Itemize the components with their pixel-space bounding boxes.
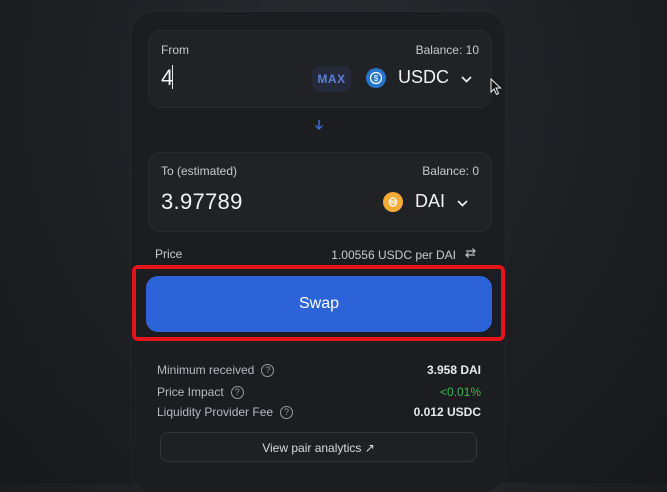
lp-fee-label: Liquidity Provider Fee	[157, 405, 274, 419]
from-label: From	[161, 43, 189, 57]
arrow-down-icon[interactable]	[312, 117, 326, 133]
from-balance: Balance: 10	[415, 43, 479, 57]
max-button[interactable]: MAX	[312, 66, 351, 92]
chevron-down-icon	[457, 191, 468, 212]
from-token-label: USDC	[398, 67, 450, 87]
usdc-coin-icon: $	[366, 67, 386, 88]
text-caret	[172, 65, 173, 89]
to-label: To (estimated)	[161, 164, 238, 178]
price-value: 1.00556 USDC per DAI	[331, 247, 456, 262]
minimum-received-label: Minimum received	[157, 363, 255, 377]
price-impact-label: Price Impact	[157, 385, 224, 399]
help-icon[interactable]: ?	[280, 405, 294, 419]
minimum-received-row: Minimum received? 3.958 DAI	[157, 363, 481, 377]
dai-coin-icon	[383, 191, 403, 212]
svg-text:$: $	[374, 74, 379, 83]
price-value-row: 1.00556 USDC per DAI	[331, 247, 477, 262]
to-panel: To (estimated) Balance: 0 3.97789 DAI	[148, 152, 492, 232]
price-impact-value: <0.01%	[439, 385, 481, 399]
swap-rate-icon[interactable]	[456, 247, 477, 262]
help-icon[interactable]: ?	[261, 363, 275, 377]
price-label: Price	[155, 247, 183, 261]
from-panel: From Balance: 10 4 MAX $ USDC	[148, 30, 492, 108]
to-token-label: DAI	[415, 191, 446, 211]
swap-button[interactable]: Swap	[146, 276, 492, 332]
minimum-received-value: 3.958 DAI	[426, 363, 481, 377]
view-pair-analytics-link[interactable]: View pair analytics ↗	[160, 432, 477, 462]
lp-fee-value: 0.012 USDC	[413, 405, 481, 419]
mouse-cursor-icon	[490, 77, 502, 101]
to-token-select[interactable]: DAI	[383, 191, 468, 212]
swap-card: From Balance: 10 4 MAX $ USDC To (estima…	[131, 12, 505, 492]
to-amount-field[interactable]: 3.97789	[161, 189, 243, 215]
price-impact-row: Price Impact? <0.01%	[157, 385, 481, 399]
help-icon[interactable]: ?	[230, 385, 244, 399]
lp-fee-row: Liquidity Provider Fee? 0.012 USDC	[157, 405, 481, 419]
from-token-select[interactable]: $ USDC	[366, 67, 472, 88]
to-balance: Balance: 0	[422, 164, 479, 178]
chevron-down-icon	[461, 67, 472, 88]
